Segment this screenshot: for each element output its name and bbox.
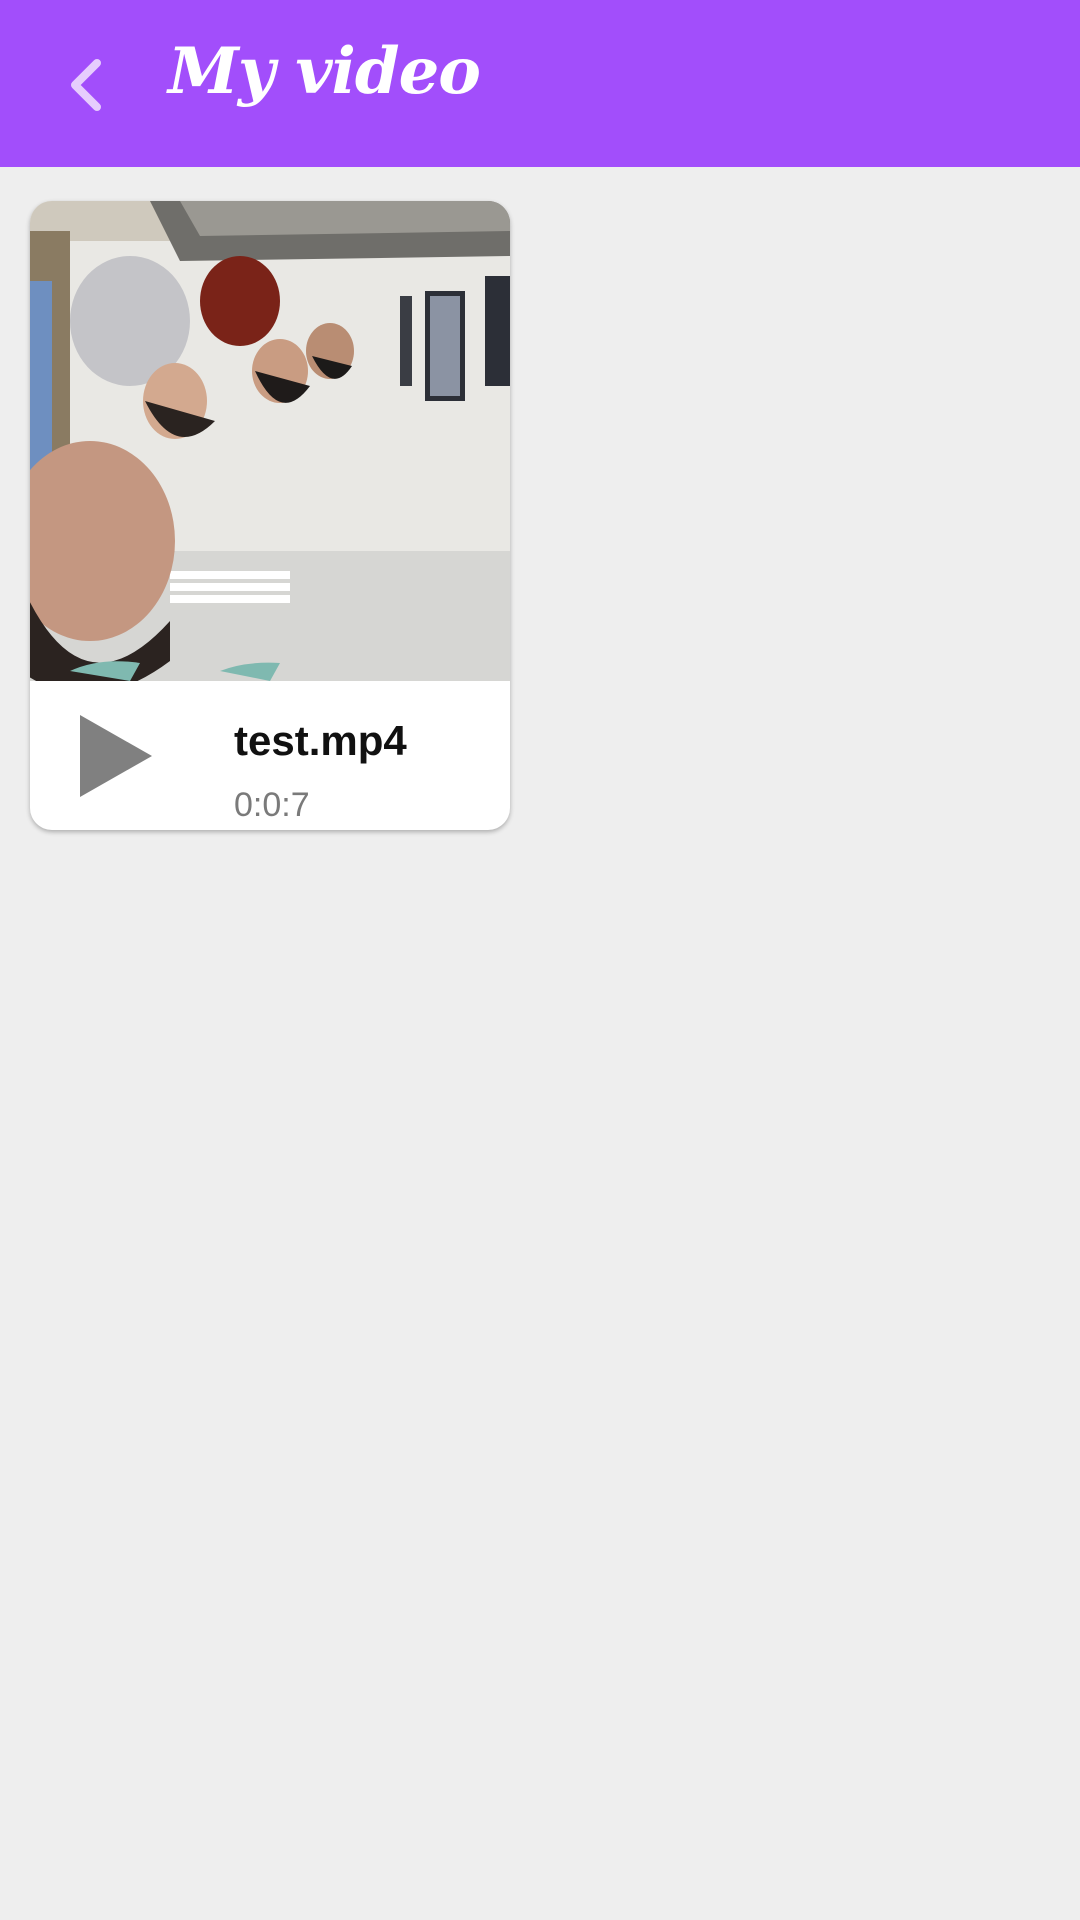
video-thumbnail <box>30 201 510 681</box>
page-title: My video <box>168 34 481 109</box>
video-duration: 0:0:7 <box>234 786 310 824</box>
back-button[interactable] <box>50 45 120 125</box>
app-bar: My video <box>0 0 1080 167</box>
video-name: test.mp4 <box>234 717 407 764</box>
play-icon <box>80 715 152 797</box>
video-card[interactable]: test.mp4 0:0:7 <box>30 201 510 830</box>
play-button[interactable] <box>78 711 158 801</box>
chevron-left-icon <box>71 59 101 111</box>
